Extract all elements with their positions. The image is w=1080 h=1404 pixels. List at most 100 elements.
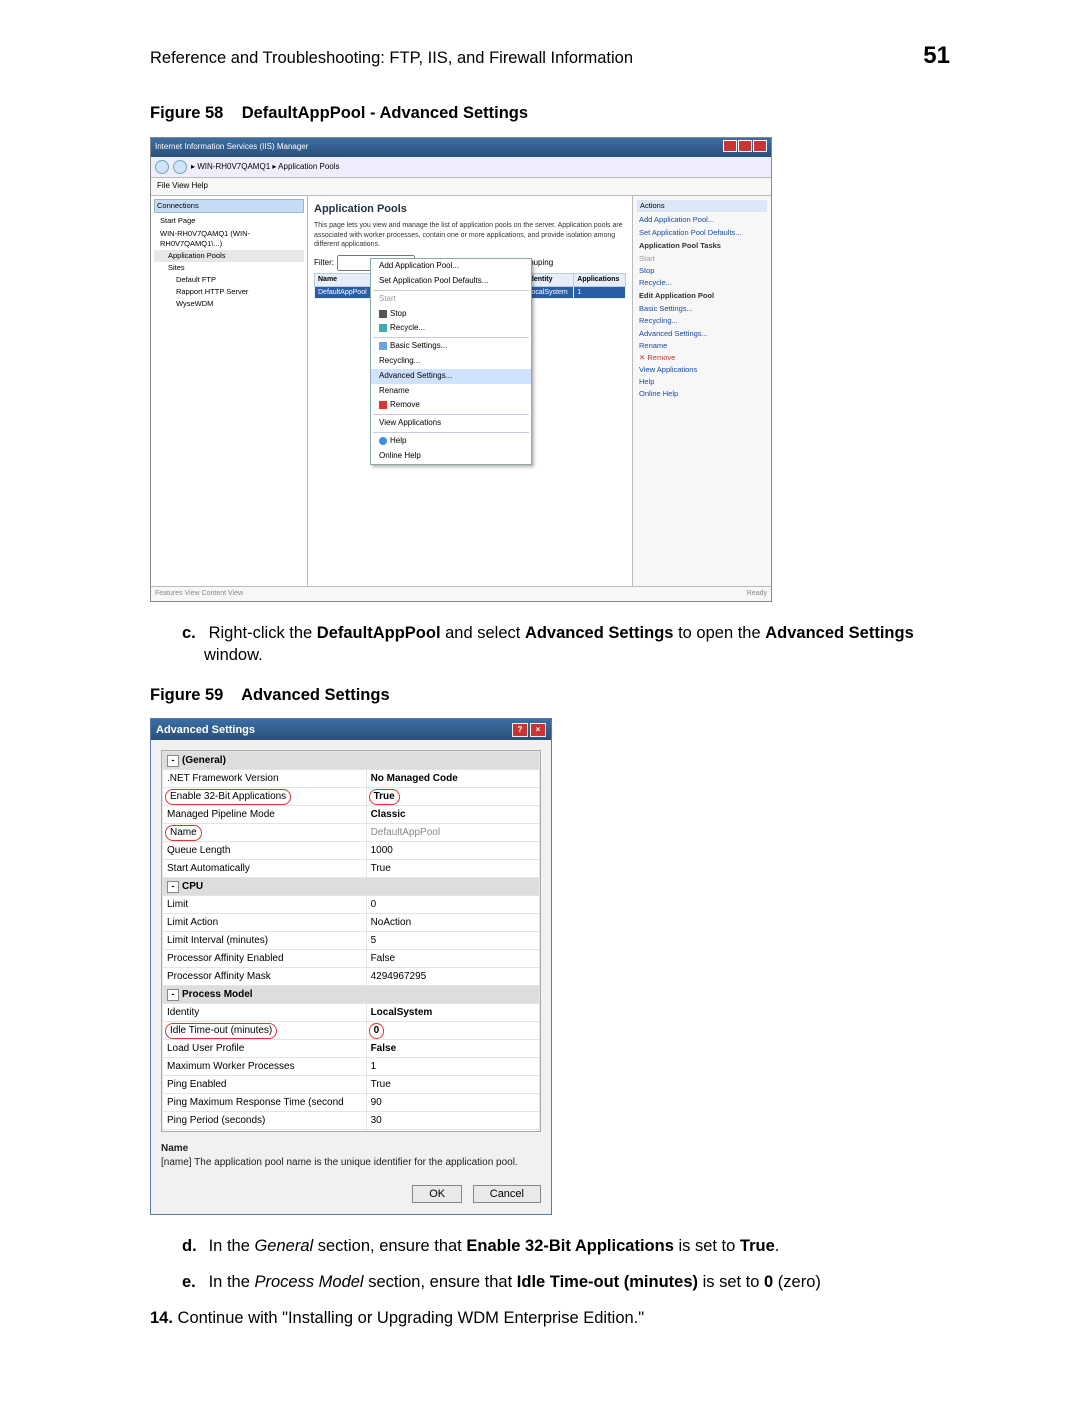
help-button-icon[interactable]: ? <box>512 723 528 737</box>
step-d: d. In the General section, ensure that E… <box>182 1235 950 1257</box>
act-recycle[interactable]: Recycle... <box>637 277 767 289</box>
grp-general: (General) <box>182 755 226 766</box>
footer-tabs[interactable]: Features View Content View <box>155 589 243 598</box>
context-menu[interactable]: Add Application Pool... Set Application … <box>370 258 532 464</box>
iis-manager-screenshot: Internet Information Services (IIS) Mana… <box>150 137 772 602</box>
tree-default-ftp[interactable]: Default FTP <box>154 274 304 286</box>
cell-apps: 1 <box>574 286 626 298</box>
act-add[interactable]: Add Application Pool... <box>637 214 767 226</box>
adv-titlebar: Advanced Settings ?× <box>151 719 551 740</box>
adv-desc-name: Name <box>161 1142 541 1156</box>
act-defaults[interactable]: Set Application Pool Defaults... <box>637 227 767 239</box>
adv-desc-text: [name] The application pool name is the … <box>161 1157 518 1168</box>
step-14: 14. Continue with "Installing or Upgradi… <box>150 1307 950 1329</box>
nav-fwd-icon[interactable] <box>173 160 187 174</box>
figure-58-caption: Figure 58 DefaultAppPool - Advanced Sett… <box>150 102 950 124</box>
fig58-prefix: Figure 58 <box>150 104 223 122</box>
ctx-stop[interactable]: Stop <box>371 307 531 322</box>
ctx-rename[interactable]: Rename <box>371 384 531 399</box>
iis-menubar[interactable]: File View Help <box>151 178 771 196</box>
act-view-apps[interactable]: View Applications <box>637 364 767 376</box>
pane-description: This page lets you view and manage the l… <box>314 221 626 249</box>
figure-59-caption: Figure 59 Advanced Settings <box>150 684 950 706</box>
step-d-label: d. <box>182 1235 204 1257</box>
col-apps[interactable]: Applications <box>574 274 626 286</box>
act-edit-hd: Edit Application Pool <box>637 289 767 303</box>
act-help[interactable]: Help <box>637 376 767 388</box>
iis-breadcrumb: ▸ WIN-RH0V7QAMQ1 ▸ Application Pools <box>191 162 340 173</box>
close-icon[interactable]: × <box>530 723 546 737</box>
act-rename[interactable]: Rename <box>637 340 767 352</box>
row-idle-timeout[interactable]: Idle Time-out (minutes) <box>163 1022 367 1040</box>
tree-server[interactable]: WIN-RH0V7QAMQ1 (WIN-RH0V7QAMQ1\...) <box>154 228 304 250</box>
col-name[interactable]: Name <box>315 274 374 286</box>
step-e-label: e. <box>182 1271 204 1293</box>
expand-icon[interactable]: - <box>167 989 179 1001</box>
iis-connections-panel: Connections Start Page WIN-RH0V7QAMQ1 (W… <box>151 196 308 586</box>
iis-actions-panel: Actions Add Application Pool... Set Appl… <box>632 196 771 586</box>
act-stop[interactable]: Stop <box>637 265 767 277</box>
ctx-start: Start <box>371 292 531 307</box>
step-14-text: Continue with "Installing or Upgrading W… <box>178 1309 645 1327</box>
page-number: 51 <box>923 40 950 72</box>
ctx-remove[interactable]: Remove <box>371 398 531 413</box>
help-icon <box>379 437 387 445</box>
cancel-button[interactable]: Cancel <box>473 1185 541 1203</box>
filter-label: Filter: <box>314 258 334 269</box>
row-name[interactable]: Name <box>163 824 367 842</box>
iis-tree[interactable]: Start Page WIN-RH0V7QAMQ1 (WIN-RH0V7QAMQ… <box>154 215 304 310</box>
grp-process-model: Process Model <box>182 989 253 1000</box>
connections-header: Connections <box>154 199 304 213</box>
ctx-basic[interactable]: Basic Settings... <box>371 339 531 354</box>
ctx-view-apps[interactable]: View Applications <box>371 416 531 431</box>
fig58-text: DefaultAppPool - Advanced Settings <box>242 104 528 122</box>
tree-start-page[interactable]: Start Page <box>154 215 304 227</box>
act-advanced[interactable]: Advanced Settings... <box>637 328 767 340</box>
step-14-label: 14. <box>150 1309 173 1327</box>
expand-icon[interactable]: - <box>167 881 179 893</box>
advanced-settings-dialog: Advanced Settings ?× -(General) .NET Fra… <box>150 718 552 1214</box>
expand-icon[interactable]: - <box>167 755 179 767</box>
iis-titlebar: Internet Information Services (IIS) Mana… <box>151 138 771 158</box>
ctx-advanced[interactable]: Advanced Settings... <box>371 369 531 384</box>
ctx-online-help[interactable]: Online Help <box>371 449 531 464</box>
recycle-icon <box>379 324 387 332</box>
act-start: Start <box>637 253 767 265</box>
adv-property-grid[interactable]: -(General) .NET Framework VersionNo Mana… <box>161 750 541 1132</box>
tree-sites[interactable]: Sites <box>154 262 304 274</box>
ctx-add[interactable]: Add Application Pool... <box>371 259 531 274</box>
tree-app-pools[interactable]: Application Pools <box>154 250 304 262</box>
iis-address-bar: ▸ WIN-RH0V7QAMQ1 ▸ Application Pools <box>151 157 771 178</box>
ok-button[interactable]: OK <box>412 1185 462 1203</box>
adv-title: Advanced Settings <box>156 723 255 738</box>
ctx-help[interactable]: Help <box>371 434 531 449</box>
step-e: e. In the Process Model section, ensure … <box>182 1271 950 1293</box>
grp-cpu: CPU <box>182 881 203 892</box>
stop-icon <box>379 310 387 318</box>
act-online-help[interactable]: Online Help <box>637 388 767 400</box>
iis-window-title: Internet Information Services (IIS) Mana… <box>155 142 308 153</box>
tree-wdm[interactable]: WyseWDM <box>154 298 304 310</box>
footer-ready: Ready <box>747 589 767 598</box>
remove-icon <box>379 401 387 409</box>
fig59-text: Advanced Settings <box>241 686 390 704</box>
iis-window-buttons[interactable] <box>722 140 767 156</box>
step-c-label: c. <box>182 622 204 644</box>
act-remove[interactable]: ✕ Remove <box>637 352 767 364</box>
ctx-defaults[interactable]: Set Application Pool Defaults... <box>371 274 531 289</box>
act-basic[interactable]: Basic Settings... <box>637 303 767 315</box>
iis-center-pane: Application Pools This page lets you vie… <box>308 196 632 586</box>
ctx-recycling[interactable]: Recycling... <box>371 354 531 369</box>
ctx-recycle[interactable]: Recycle... <box>371 321 531 336</box>
page-header: Reference and Troubleshooting: FTP, IIS,… <box>150 40 950 72</box>
fig59-prefix: Figure 59 <box>150 686 223 704</box>
step-c: c. Right-click the DefaultAppPool and se… <box>182 622 950 667</box>
adv-description: Name [name] The application pool name is… <box>161 1142 541 1169</box>
pane-title: Application Pools <box>314 202 626 217</box>
header-title: Reference and Troubleshooting: FTP, IIS,… <box>150 47 633 69</box>
tree-rapport[interactable]: Rapport HTTP Server <box>154 286 304 298</box>
actions-header: Actions <box>637 200 767 212</box>
act-recycling[interactable]: Recycling... <box>637 315 767 327</box>
row-enable32[interactable]: Enable 32-Bit Applications <box>163 788 367 806</box>
nav-back-icon[interactable] <box>155 160 169 174</box>
